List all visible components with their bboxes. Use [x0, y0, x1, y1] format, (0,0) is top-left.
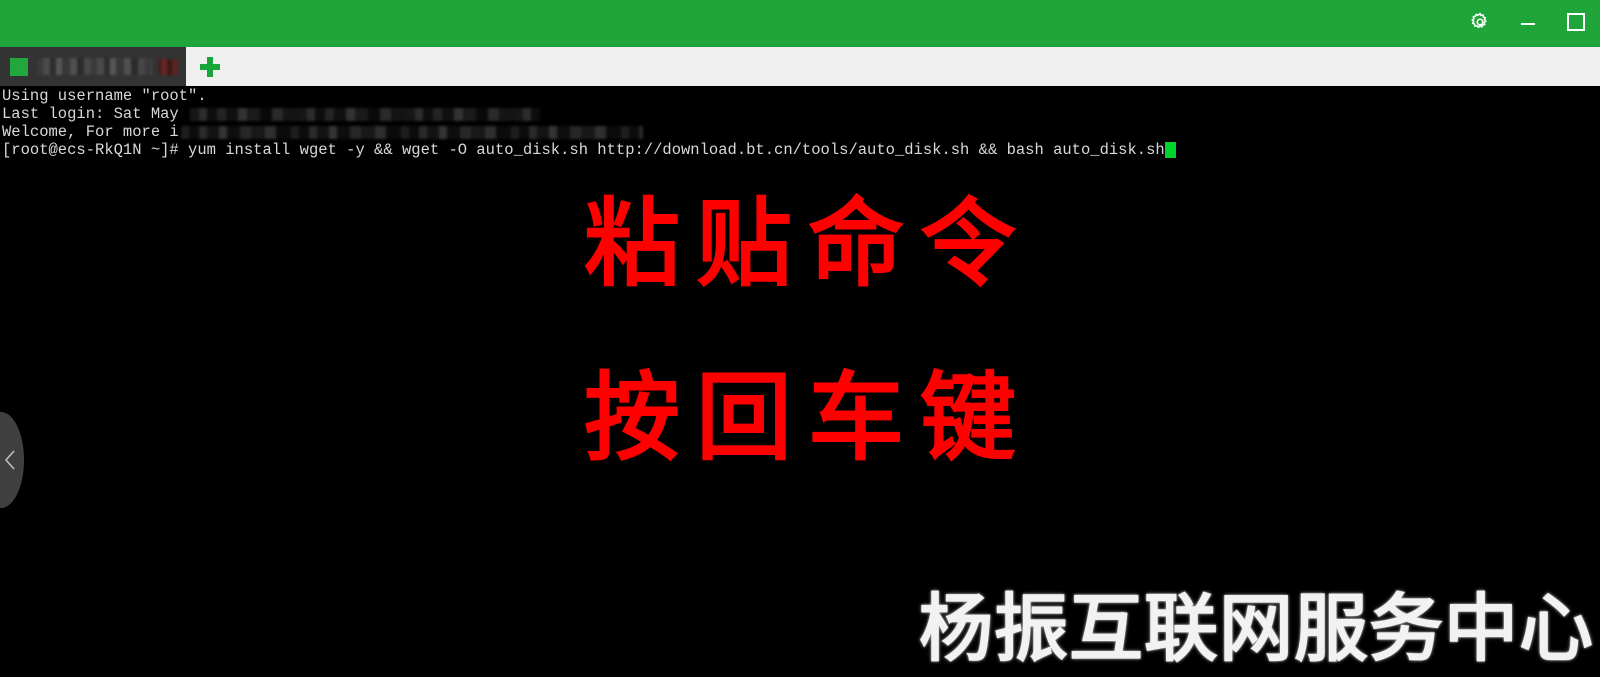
instruction-line-2: 按回车键 — [584, 362, 1032, 474]
redacted-block — [190, 107, 541, 121]
terminal-command-line[interactable]: [root@ecs-RkQ1N ~]# yum install wget -y … — [2, 141, 1600, 159]
tab-strip — [0, 44, 1600, 86]
terminal-line: Using username "root". — [2, 87, 1600, 105]
terminal-line: Last login: Sat May — [2, 105, 1600, 123]
terminal-app-window: Using username "root". Last login: Sat M… — [0, 0, 1600, 677]
close-icon[interactable] — [158, 58, 178, 75]
redacted-block — [180, 125, 643, 139]
chevron-left-icon — [3, 448, 17, 472]
session-tab[interactable] — [0, 47, 186, 86]
terminal-session-icon — [10, 57, 28, 76]
maximize-button[interactable] — [1552, 0, 1600, 44]
terminal-line-text: [root@ecs-RkQ1N ~]# yum install wget -y … — [2, 141, 1165, 159]
maximize-icon — [1564, 10, 1588, 34]
gear-icon — [1469, 11, 1491, 33]
terminal-line-text: Using username "root". — [2, 87, 207, 105]
title-bar — [0, 0, 1600, 44]
minimize-icon — [1517, 11, 1539, 33]
text-cursor — [1164, 142, 1176, 158]
terminal-line-text: Welcome, For more i — [2, 123, 179, 141]
terminal-line: Welcome, For more i — [2, 123, 1600, 141]
plus-icon — [200, 56, 220, 77]
minimize-button[interactable] — [1504, 0, 1552, 44]
terminal-line-text: Last login: Sat May — [2, 105, 189, 123]
new-tab-button[interactable] — [188, 47, 232, 86]
window-controls — [1456, 0, 1600, 44]
watermark-text: 杨振互联网服务中心 — [919, 586, 1594, 672]
settings-button[interactable] — [1456, 0, 1504, 44]
instruction-line-1: 粘贴命令 — [584, 188, 1032, 300]
session-tab-label — [37, 58, 152, 75]
